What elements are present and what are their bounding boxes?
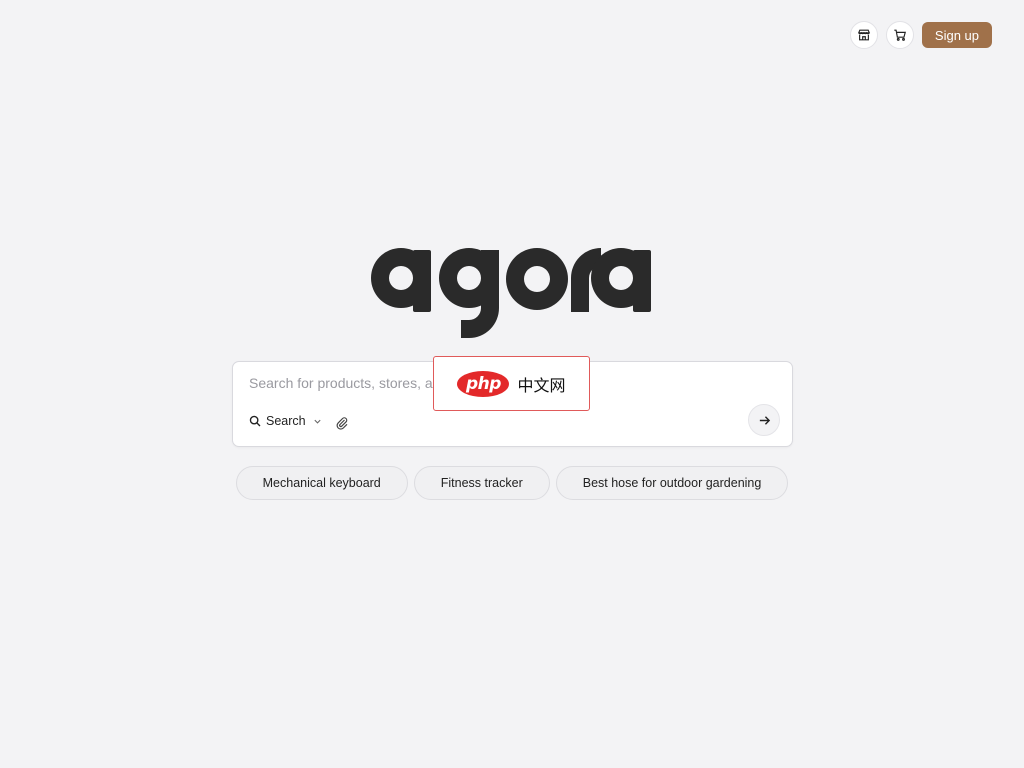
store-icon: [857, 29, 870, 41]
cart-button[interactable]: [885, 21, 914, 49]
watermark-text: 中文网: [517, 375, 566, 395]
arrow-right-icon: [759, 415, 770, 425]
submit-search-button[interactable]: [748, 404, 780, 436]
suggestion-chip[interactable]: Mechanical keyboard: [235, 466, 408, 500]
paperclip-icon[interactable]: [335, 416, 349, 430]
page: Sign up Search for products, stores, and…: [0, 0, 1024, 768]
search-icon: [249, 415, 261, 427]
cart-icon: [894, 29, 906, 41]
php-watermark-badge: php 中文网: [433, 356, 590, 411]
suggestion-chip[interactable]: Best hose for outdoor gardening: [555, 466, 789, 500]
suggestion-chips: Mechanical keyboard Fitness tracker Best…: [0, 466, 1024, 500]
signup-button[interactable]: Sign up: [921, 22, 992, 48]
top-nav: Sign up: [849, 21, 992, 49]
search-mode-dropdown[interactable]: Search: [249, 414, 322, 428]
chevron-down-icon: [314, 419, 321, 424]
php-logo: php: [457, 370, 510, 397]
store-button[interactable]: [849, 21, 878, 49]
search-mode-label: Search: [266, 414, 306, 428]
logo: [0, 238, 1024, 346]
suggestion-chip[interactable]: Fitness tracker: [413, 466, 550, 500]
agora-logo: [371, 248, 651, 338]
